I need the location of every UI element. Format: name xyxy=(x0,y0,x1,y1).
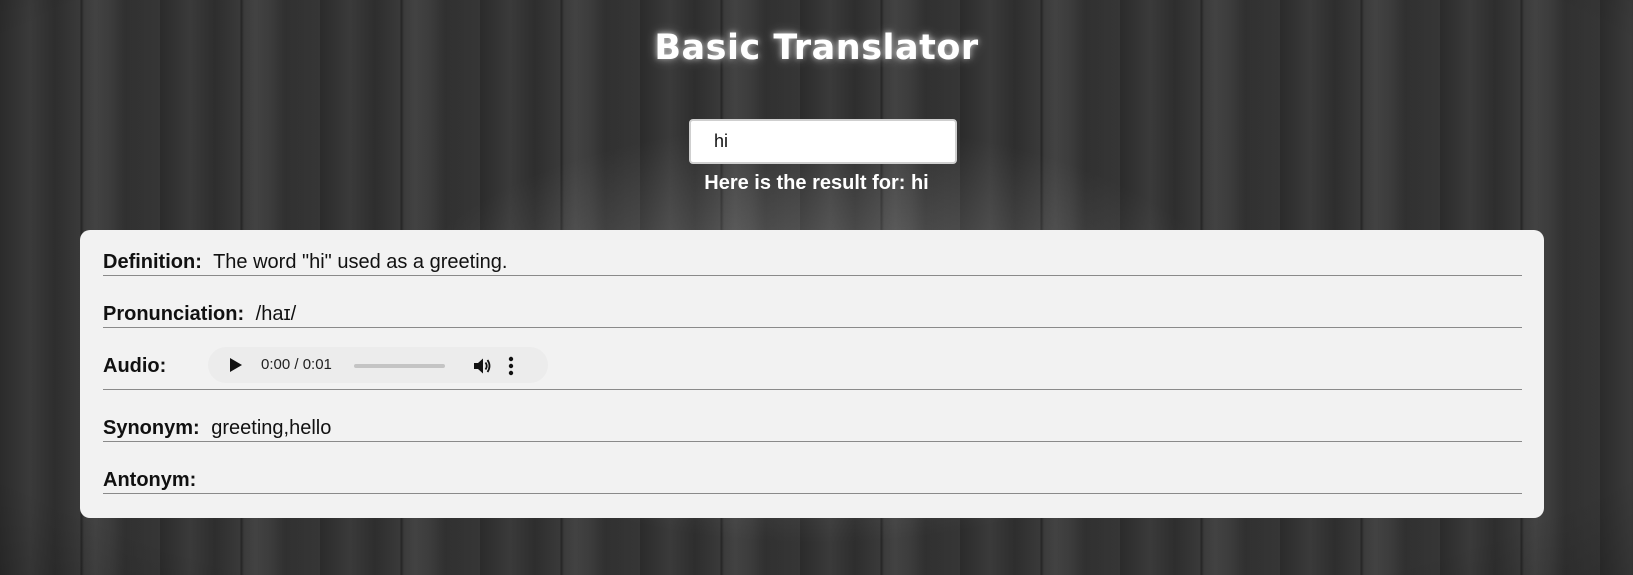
play-icon[interactable] xyxy=(230,358,242,372)
synonym-row: Synonym: greeting,hello xyxy=(103,416,1522,442)
synonym-value: greeting,hello xyxy=(211,417,332,439)
result-card: Definition: The word "hi" used as a gree… xyxy=(80,230,1544,518)
antonym-label: Antonym: xyxy=(103,469,197,491)
definition-label: Definition: xyxy=(103,251,202,273)
audio-player[interactable]: 0:00 / 0:01 xyxy=(208,347,548,383)
definition-value: The word "hi" used as a greeting. xyxy=(213,251,508,273)
audio-label: Audio: xyxy=(103,355,167,377)
synonym-label: Synonym: xyxy=(103,417,200,439)
page-title: Basic Translator xyxy=(654,28,979,68)
pronunciation-label: Pronunciation: xyxy=(103,303,245,325)
search-input[interactable] xyxy=(689,119,957,164)
pronunciation-value: /haɪ/ xyxy=(255,303,297,325)
audio-time: 0:00 / 0:01 xyxy=(261,356,332,373)
result-heading: Here is the result for: hi xyxy=(704,172,929,194)
audio-row: Audio: 0:00 / 0:01 xyxy=(103,342,1522,390)
antonym-row: Antonym: xyxy=(103,468,1522,494)
audio-progress-slider[interactable] xyxy=(354,364,445,368)
pronunciation-row: Pronunciation: /haɪ/ xyxy=(103,302,1522,328)
volume-icon[interactable] xyxy=(472,356,492,376)
definition-row: Definition: The word "hi" used as a gree… xyxy=(103,250,1522,276)
more-options-icon[interactable] xyxy=(508,356,514,376)
